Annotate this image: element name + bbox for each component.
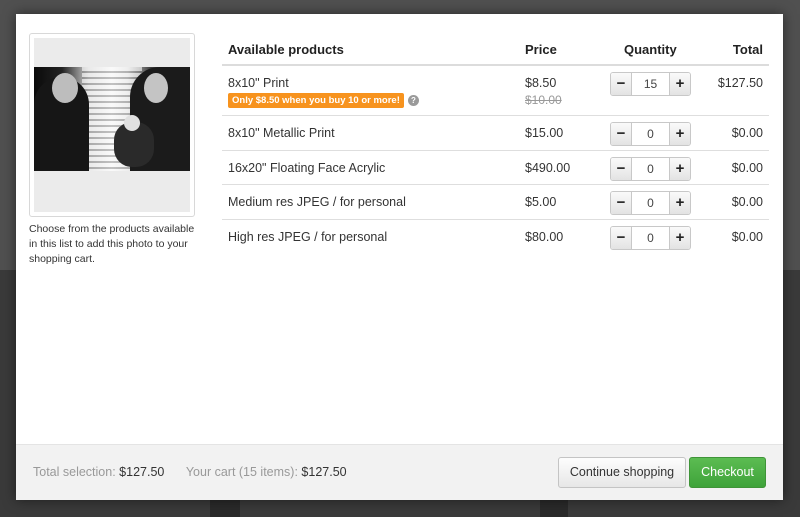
row-total: $0.00 [731,229,763,244]
product-name: Medium res JPEG / for personal [228,195,406,209]
increase-quantity-button[interactable]: + [669,157,690,180]
decrease-quantity-button[interactable]: − [611,73,632,95]
table-row: Medium res JPEG / for personal $5.00 − 0… [222,185,769,220]
promo-badge: Only $8.50 when you buy 10 or more! [228,93,404,108]
modal-footer: Total selection: $127.50 Your cart (15 i… [16,444,783,500]
quantity-stepper: − 15 + [610,72,691,96]
product-name: 8x10" Metallic Print [228,126,335,140]
quantity-input[interactable]: 0 [632,157,669,180]
total-selection-value: $127.50 [119,465,165,479]
product-name: High res JPEG / for personal [228,229,388,244]
quantity-input[interactable]: 0 [632,226,669,249]
table-header: Available products Price Quantity Total [222,32,769,66]
product-price: $5.00 [525,195,557,209]
quantity-input[interactable]: 0 [632,192,669,214]
photo-image [34,67,190,171]
header-products: Available products [228,42,344,57]
buy-photo-modal: Choose from the products available in th… [16,14,783,500]
quantity-stepper: − 0 + [610,156,691,181]
photo-thumbnail [34,38,190,212]
row-total: $127.50 [717,76,763,90]
header-price: Price [525,42,557,57]
product-price: $15.00 [525,126,564,140]
header-total: Total [732,42,763,57]
product-price: $490.00 [525,160,571,175]
header-quantity: Quantity [624,42,677,57]
product-price: $8.50 [525,76,557,90]
row-total: $0.00 [731,126,763,140]
quantity-stepper: − 0 + [610,191,691,215]
row-total: $0.00 [731,160,763,175]
increase-quantity-button[interactable]: + [669,123,690,145]
quantity-input[interactable]: 0 [632,123,669,145]
cart-value: $127.50 [301,465,347,479]
increase-quantity-button[interactable]: + [669,226,690,249]
quantity-stepper: − 0 + [610,122,691,146]
selection-summary: Total selection: $127.50 Your cart (15 i… [33,465,347,479]
increase-quantity-button[interactable]: + [669,192,690,214]
row-total: $0.00 [731,195,763,209]
table-row: 8x10" Metallic Print $15.00 − 0 + $0.00 [222,116,769,151]
checkout-button[interactable]: Checkout [689,457,766,488]
decrease-quantity-button[interactable]: − [611,157,632,180]
decrease-quantity-button[interactable]: − [611,192,632,214]
decrease-quantity-button[interactable]: − [611,123,632,145]
decrease-quantity-button[interactable]: − [611,226,632,249]
quantity-stepper: − 0 + [610,225,691,250]
quantity-input[interactable]: 15 [632,73,669,95]
products-table: Available products Price Quantity Total … [222,32,769,254]
product-name: 16x20" Floating Face Acrylic [228,160,386,175]
product-price: $80.00 [525,229,564,244]
instructions-text: Choose from the products available in th… [29,223,195,265]
total-selection-label: Total selection: [33,465,116,479]
original-price: $10.00 [525,93,562,107]
table-row: High res JPEG / for personal $80.00 − 0 … [222,220,769,255]
increase-quantity-button[interactable]: + [669,73,690,95]
continue-shopping-button[interactable]: Continue shopping [558,457,686,488]
table-row: 8x10" Print Only $8.50 when you buy 10 o… [222,66,769,116]
cart-label: Your cart (15 items): [185,465,298,479]
help-icon[interactable]: ? [407,95,419,106]
product-name: 8x10" Print [228,76,289,90]
photo-thumbnail-frame [29,33,195,217]
table-row: 16x20" Floating Face Acrylic $490.00 − 0… [222,151,769,185]
